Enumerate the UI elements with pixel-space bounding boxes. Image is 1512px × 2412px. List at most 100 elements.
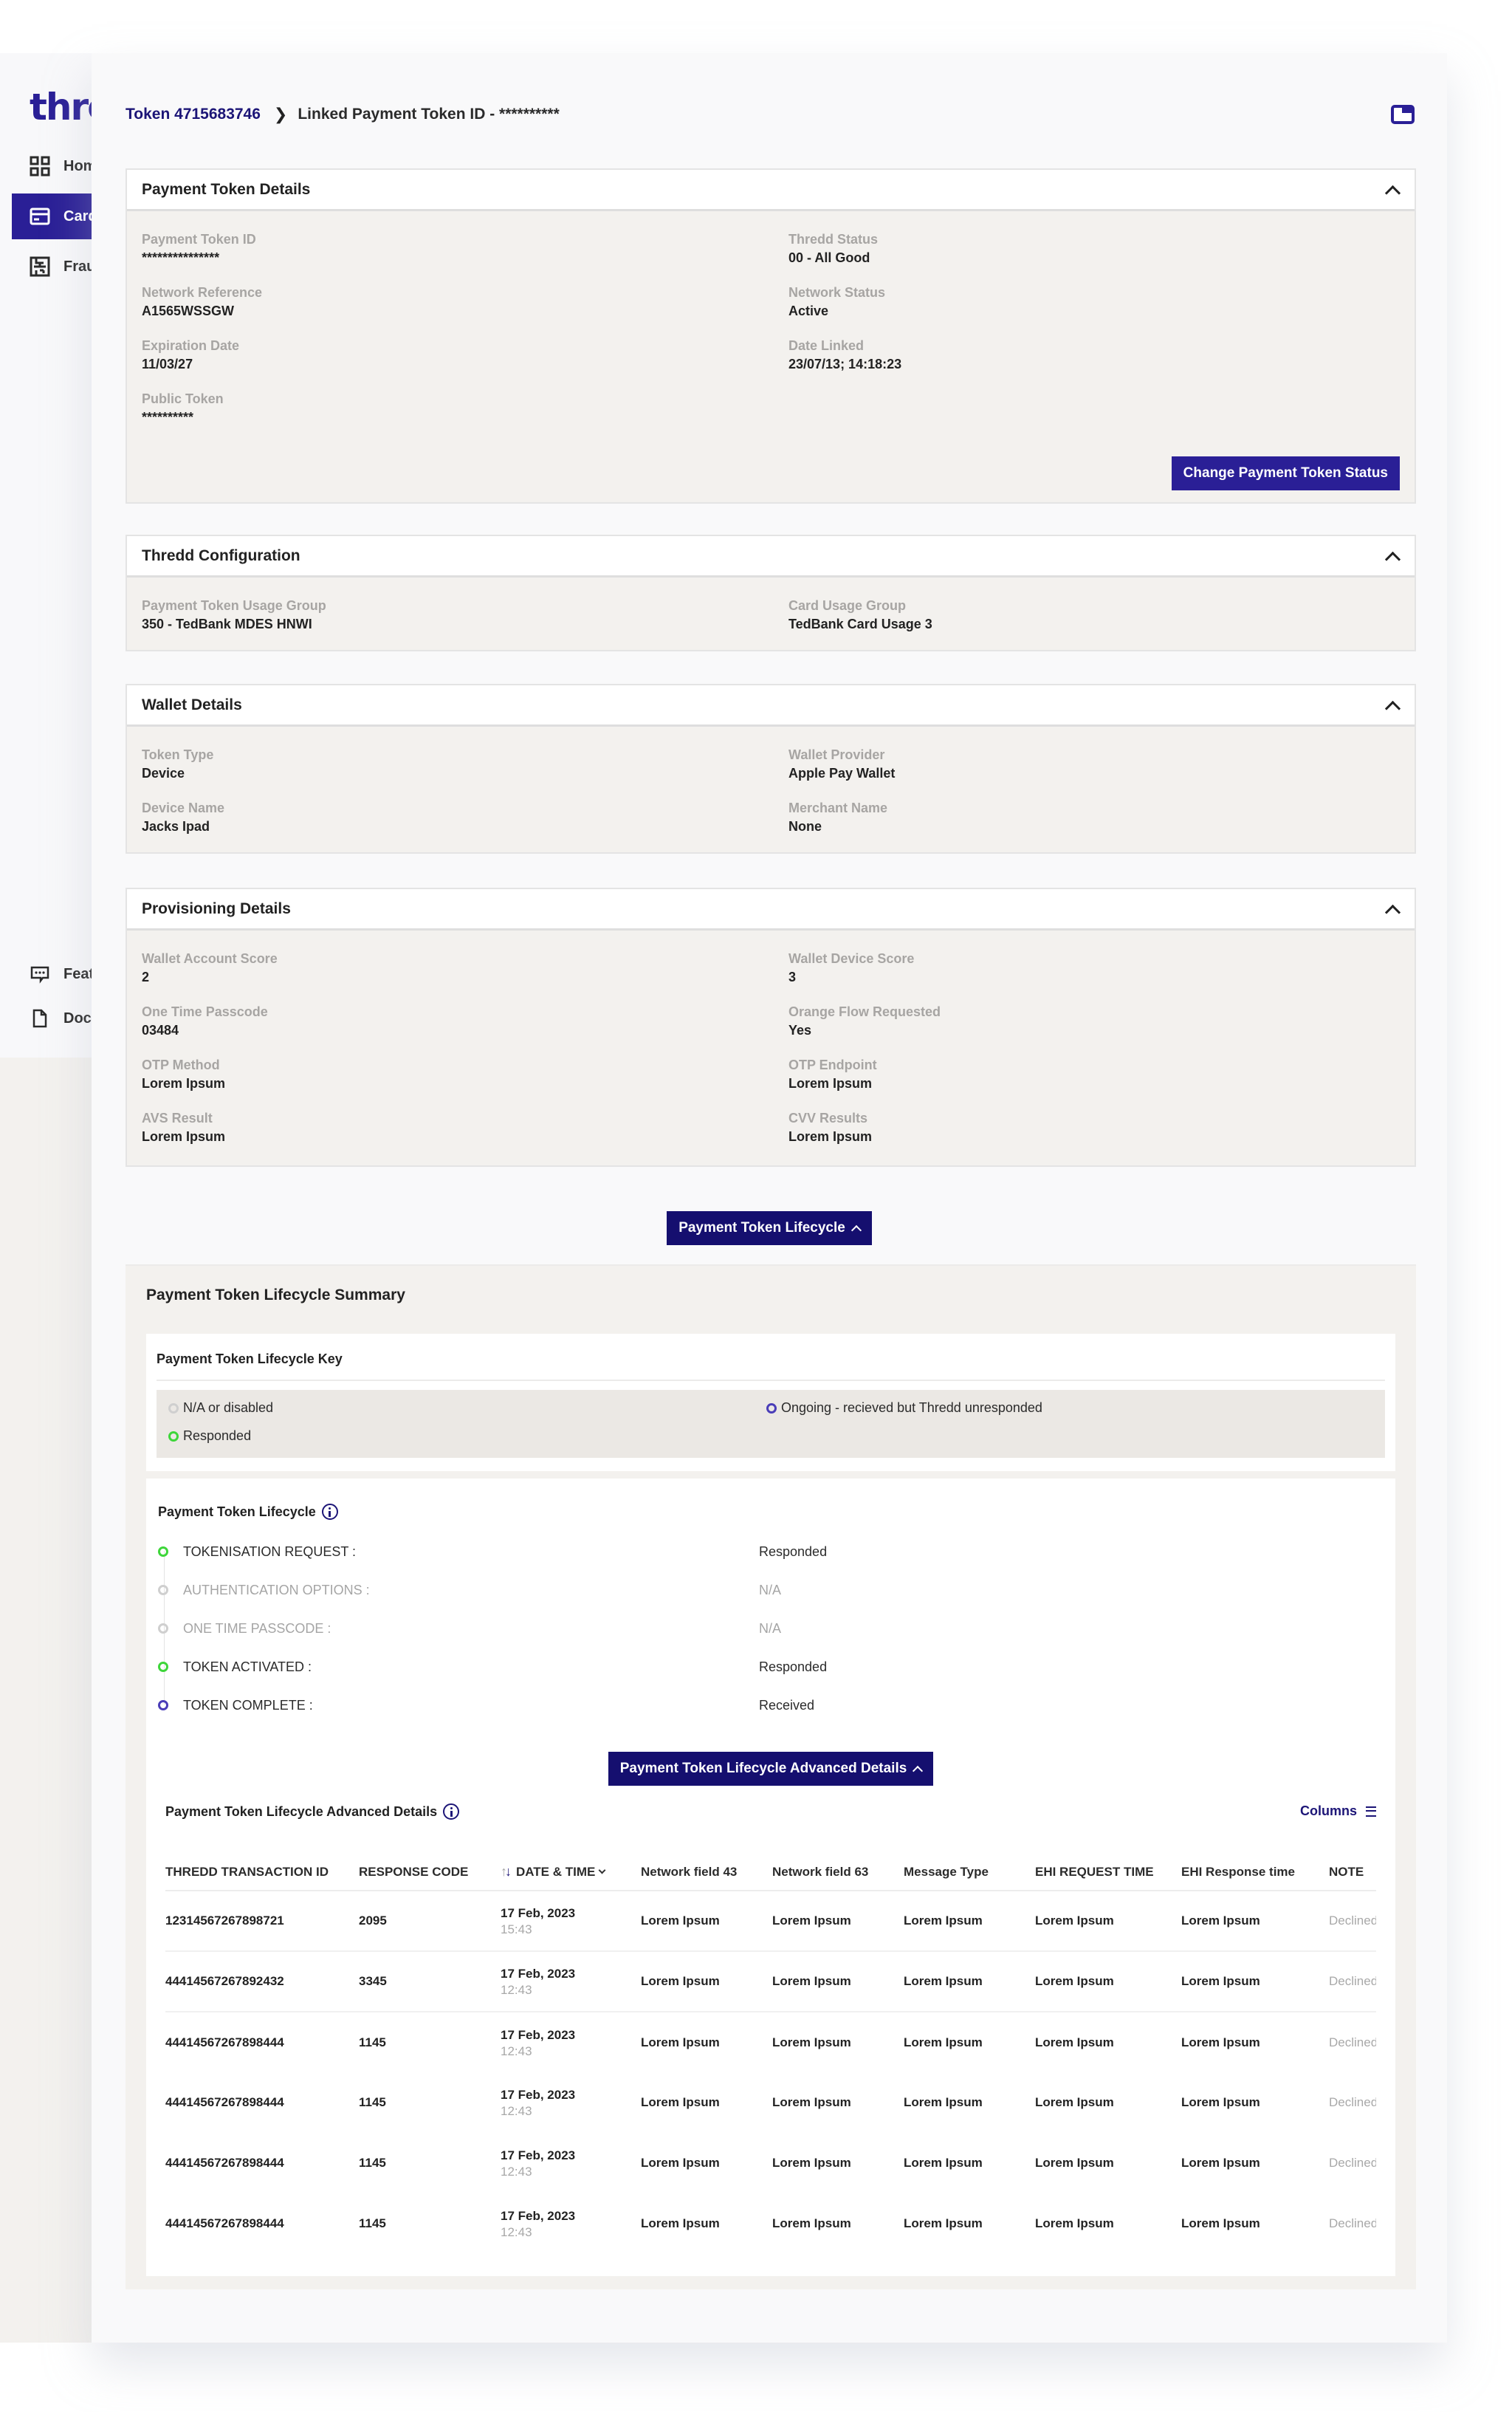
table-row[interactable]: 44414567267892432 3345 17 Feb, 2023 12:43 Lo… [165,1951,1376,2012]
cell-nf63: Lorem Ipsum [772,1951,904,2012]
advanced-button-wrap: Payment Token Lifecycle Advanced Details [146,1752,1395,1786]
field-date-linked: Date Linked 23/07/13; 14:18:23 [788,337,1400,374]
payment-token-details-card: Payment Token Details Payment Token ID **… [126,168,1416,504]
chevron-up-icon[interactable] [1385,902,1400,917]
cell-req: Lorem Ipsum [1035,1951,1181,2012]
button-label: Payment Token Lifecycle [678,1220,845,1236]
column-header[interactable]: EHI Response time [1181,1854,1329,1891]
chevron-down-icon[interactable] [598,1866,606,1874]
card-header[interactable]: Thredd Configuration [127,536,1415,578]
field-label: AVS Result [142,1111,213,1126]
cell-code: 1145 [359,2216,386,2230]
key-title: Payment Token Lifecycle Key [157,1351,343,1366]
key-item-na: N/A or disabled [168,1400,273,1416]
chevron-up-icon[interactable] [1385,549,1400,563]
card-header[interactable]: Provisioning Details [127,889,1415,931]
status-dot-icon [158,1623,168,1634]
button-label: Payment Token Lifecycle Advanced Details [619,1761,907,1776]
advanced-title-text: Payment Token Lifecycle Advanced Details [165,1803,438,1819]
field-value: Apple Pay Wallet [788,766,896,781]
breadcrumb-token-link[interactable]: Token 4715683746 [126,106,261,123]
cell-date-time: 17 Feb, 2023 12:43 [501,1951,641,2012]
sidebar-item-home[interactable]: Home [12,143,92,189]
field-network-reference: Network Reference A1565WSSGW [142,284,788,321]
columns-button[interactable]: Columns [1300,1803,1376,1819]
change-payment-token-status-button[interactable]: Change Payment Token Status [1171,456,1400,490]
cell-nf63: Lorem Ipsum [772,2095,851,2109]
payment-token-lifecycle-button[interactable]: Payment Token Lifecycle [667,1211,872,1245]
table-row[interactable]: 12314567267898721 2095 17 Feb, 2023 15:43 Lo… [165,1891,1376,1952]
field-label: Wallet Provider [788,747,885,762]
cell-id: 44414567267898444 [165,2095,284,2109]
status-dot-icon [158,1585,168,1595]
lifecycle-summary-panel: Payment Token Lifecycle Summary Payment … [126,1264,1416,2289]
cell-time: 12:43 [501,2165,532,2179]
cell-nf43: Lorem Ipsum [641,2156,720,2170]
table-row[interactable]: 44414567267898444 1145 17 Feb, 2023 12:43 Lo… [165,2193,1376,2254]
column-header-date-time[interactable]: ↑ ↓ DATE & TIME [501,1854,641,1891]
chevron-right-icon: ❯ [273,105,288,123]
column-header[interactable]: NOTE [1329,1854,1376,1891]
field-label: Wallet Device Score [788,951,915,966]
column-header[interactable]: EHI REQUEST TIME [1035,1854,1181,1891]
field-wallet-provider: Wallet Provider Apple Pay Wallet [788,746,1400,783]
step-label: TOKEN COMPLETE : [183,1697,313,1713]
chevron-up-icon[interactable] [1385,698,1400,713]
card-header[interactable]: Payment Token Details [127,170,1415,211]
advanced-details-button[interactable]: Payment Token Lifecycle Advanced Details [608,1752,934,1786]
status-dot-icon [158,1662,168,1672]
status-dot-icon [168,1431,179,1442]
cell-note: Declined [1329,1951,1376,2012]
column-header[interactable]: RESPONSE CODE [359,1854,501,1891]
field-label: Network Reference [142,285,263,300]
key-item-responded: Responded [168,1428,251,1444]
sidebar-item-feature-requests[interactable]: Feature requests [12,951,92,997]
info-icon[interactable] [321,1504,338,1520]
cell-note: Declined [1329,1891,1376,1952]
cell-msg: Lorem Ipsum [904,2035,983,2049]
sidebar-item-documentation[interactable]: Documentation [12,996,92,1041]
cell-msg: Lorem Ipsum [904,1951,1035,2012]
cell-code: 1145 [359,2035,386,2049]
field-card-usage-group: Card Usage Group TedBank Card Usage 3 [788,597,1400,634]
thredd-logo[interactable]: thredd [30,86,92,129]
cell-nf43: Lorem Ipsum [641,2216,720,2230]
field-token-type: Token Type Device [142,746,788,783]
column-header[interactable]: Network field 63 [772,1854,904,1891]
sort-icon[interactable]: ↑ ↓ [501,1864,512,1880]
table-row[interactable]: 44414567267898444 1145 17 Feb, 2023 12:43 Lo… [165,2072,1376,2133]
cell-date: 17 Feb, 2023 [501,1906,576,1920]
key-item-ongoing: Ongoing - recieved but Thredd unresponde… [766,1400,1042,1416]
table-row[interactable]: 44414567267898444 1145 17 Feb, 2023 12:43 Lo… [165,2133,1376,2193]
cell-req: Lorem Ipsum [1035,2035,1114,2049]
field-label: Payment Token Usage Group [142,598,326,613]
cell-resp: Lorem Ipsum [1181,2156,1260,2170]
maze-icon [30,256,50,277]
field-avs-result: AVS Result Lorem Ipsum [142,1109,788,1146]
field-value: 11/03/27 [142,357,193,371]
card-icon [30,206,50,227]
sidebar-item-cards[interactable]: Cards [12,193,92,239]
cell-req: Lorem Ipsum [1035,2095,1114,2109]
cell-time: 12:43 [501,2043,532,2058]
info-icon[interactable] [443,1803,460,1820]
grid-icon [30,156,50,177]
card-header[interactable]: Wallet Details [127,685,1415,727]
chevron-up-icon[interactable] [1385,182,1400,197]
column-header[interactable]: Message Type [904,1854,1035,1891]
field-payment-token-usage-group: Payment Token Usage Group 350 - TedBank M… [142,597,788,634]
field-label: One Time Passcode [142,1004,268,1019]
sidebar-item-fraud[interactable]: Fraud [12,244,92,289]
cell-note: Declined [1329,2035,1376,2049]
lifecycle-step: TOKEN ACTIVATED : Responded [158,1656,970,1678]
sidebar-item-label: Feature requests [63,965,92,982]
cell-id: 44414567267898444 [165,2156,284,2170]
panel-toggle-icon[interactable] [1391,105,1415,124]
table-row[interactable]: 44414567267898444 1145 17 Feb, 2023 12:43 Lo… [165,2012,1376,2072]
column-header[interactable]: Network field 43 [641,1854,772,1891]
step-label: TOKENISATION REQUEST : [183,1544,357,1559]
cell-note: Declined [1329,2216,1376,2230]
sidebar-item-label: Home [63,157,92,174]
field-label: Merchant Name [788,801,888,815]
column-header[interactable]: THREDD TRANSACTION ID [165,1854,359,1891]
